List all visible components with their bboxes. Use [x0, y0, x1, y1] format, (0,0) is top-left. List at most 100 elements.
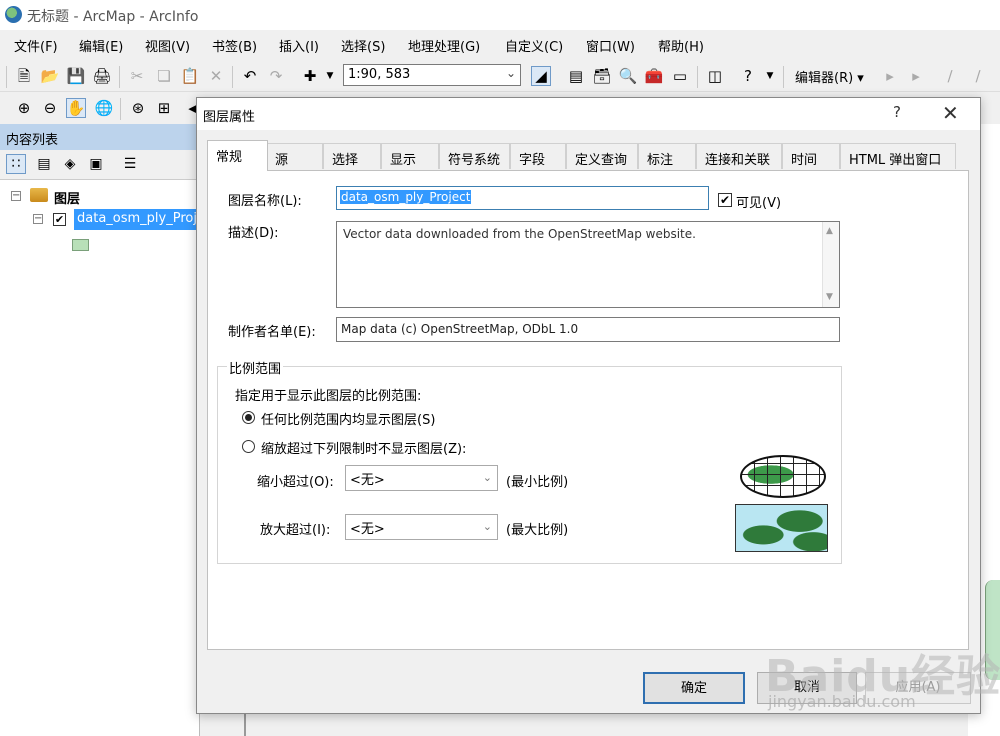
max-scale-combo[interactable]: <无> ⌄ [345, 514, 498, 540]
copy-icon[interactable]: ❏ [154, 66, 174, 86]
radio-scale-limits[interactable] [242, 440, 255, 453]
print-icon[interactable]: 🖨 [92, 66, 112, 86]
dialog-title-bar[interactable]: 图层属性 ? ✕ [197, 98, 980, 130]
toc-header: 内容列表 [0, 124, 200, 150]
new-document-icon[interactable]: 🗎 [14, 66, 34, 86]
zoom-in-icon[interactable]: ⊕ [14, 98, 34, 118]
editor-toolbar-icon[interactable]: ◢ [531, 66, 551, 86]
tab-time[interactable]: 时间 [782, 143, 840, 169]
visible-label[interactable]: 可见(V) [736, 192, 781, 211]
dialog-title: 图层属性 [203, 110, 256, 125]
max-scale-value: <无> [350, 522, 385, 537]
description-scrollbar[interactable]: ▲ ▼ [822, 222, 839, 307]
menu-insert[interactable]: 插入(I) [279, 36, 319, 55]
catalog-window-icon[interactable]: 🗃 [592, 66, 612, 86]
standard-toolbar: 🗎 📂 💾 🖨 ✂ ❏ 📋 ✕ ↶ ↷ ✚ ▼ 1:90, 583 ⌄ ◢ ▤ … [0, 60, 1000, 92]
layers-stack-icon [30, 188, 48, 202]
end-point-arc-icon[interactable]: ∕ [968, 66, 988, 86]
min-scale-hint: (最小比例) [506, 475, 569, 490]
arctoolbox-icon[interactable]: 🧰 [644, 66, 664, 86]
menu-window[interactable]: 窗口(W) [586, 36, 635, 55]
tab-fields[interactable]: 字段 [510, 143, 566, 169]
map-scale-combo[interactable]: 1:90, 583 ⌄ [343, 64, 521, 86]
tab-symbology[interactable]: 符号系统 [439, 143, 510, 169]
menu-selection[interactable]: 选择(S) [341, 36, 385, 55]
collapse-layer-icon[interactable]: − [33, 214, 43, 224]
toc-layer-name[interactable]: data_osm_ply_Project [74, 209, 200, 230]
layer-visibility-checkbox[interactable]: ✔ [53, 213, 66, 226]
layer-symbol-swatch[interactable] [72, 239, 89, 251]
chevron-down-icon[interactable]: ⌄ [483, 520, 492, 533]
tab-labels[interactable]: 标注 [638, 143, 696, 169]
tab-general[interactable]: 常规 [207, 140, 268, 171]
radio-show-any-scale[interactable] [242, 411, 255, 424]
search-window-icon[interactable]: 🔍 [618, 66, 638, 86]
tab-html-popup[interactable]: HTML 弹出窗口 [840, 143, 956, 169]
modelbuilder-icon[interactable]: ◫ [705, 66, 725, 86]
toolbar-options-icon[interactable]: ▼ [760, 66, 780, 86]
redo-icon[interactable]: ↷ [266, 66, 286, 86]
straight-segment-icon[interactable]: ∕ [940, 66, 960, 86]
min-scale-combo[interactable]: <无> ⌄ [345, 465, 498, 491]
paste-icon[interactable]: 📋 [180, 66, 200, 86]
menu-help[interactable]: 帮助(H) [658, 36, 704, 55]
menu-file[interactable]: 文件(F) [14, 36, 58, 55]
tab-display[interactable]: 显示 [381, 143, 439, 169]
show-any-scale-label[interactable]: 任何比例范围内均显示图层(S) [261, 409, 435, 428]
list-by-source-icon[interactable]: ▤ [34, 154, 54, 174]
whats-this-icon[interactable]: ? [738, 66, 758, 86]
menu-edit[interactable]: 编辑(E) [79, 36, 123, 55]
python-window-icon[interactable]: ▭ [670, 66, 690, 86]
save-icon[interactable]: 💾 [66, 66, 86, 86]
fixed-zoom-out-icon[interactable]: ⊞ [154, 98, 174, 118]
credits-value: Map data (c) OpenStreetMap, ODbL 1.0 [341, 322, 579, 336]
zoom-out-icon[interactable]: ⊖ [40, 98, 60, 118]
ok-button[interactable]: 确定 [643, 672, 745, 704]
credits-input[interactable]: Map data (c) OpenStreetMap, ODbL 1.0 [336, 317, 840, 342]
tab-joins-relates[interactable]: 连接和关联 [696, 143, 782, 169]
toolbar-grip[interactable] [6, 66, 7, 88]
full-extent-icon[interactable]: 🌐 [94, 98, 114, 118]
chevron-down-icon[interactable]: ⌄ [483, 471, 492, 484]
close-icon[interactable]: ✕ [942, 101, 959, 125]
delete-icon[interactable]: ✕ [206, 66, 226, 86]
open-folder-icon[interactable]: 📂 [40, 66, 60, 86]
fixed-zoom-in-icon[interactable]: ⊛ [128, 98, 148, 118]
menu-geoprocessing[interactable]: 地理处理(G) [408, 36, 480, 55]
list-by-drawing-order-icon[interactable]: ∷ [6, 154, 26, 174]
tab-source[interactable]: 源 [266, 143, 323, 169]
description-textarea[interactable]: Vector data downloaded from the OpenStre… [336, 221, 840, 308]
add-data-dropdown-icon[interactable]: ▼ [320, 66, 340, 86]
layer-name-input[interactable]: data_osm_ply_Project [336, 186, 709, 210]
menu-bookmarks[interactable]: 书签(B) [212, 36, 257, 55]
data-frame-label[interactable]: 图层 [54, 188, 80, 207]
scale-limits-label[interactable]: 缩放超过下列限制时不显示图层(Z): [261, 438, 466, 457]
collapse-layers-icon[interactable]: − [11, 191, 21, 201]
cut-icon[interactable]: ✂ [127, 66, 147, 86]
scroll-up-icon[interactable]: ▲ [826, 226, 833, 236]
toc-options-icon[interactable]: ☰ [120, 154, 140, 174]
toolbar-separator [119, 66, 120, 88]
pan-hand-icon[interactable]: ✋ [66, 98, 86, 118]
menu-customize[interactable]: 自定义(C) [505, 36, 563, 55]
visible-checkbox[interactable]: ✔ [718, 193, 732, 207]
toolbar-separator [783, 66, 784, 88]
editor-menu[interactable]: 编辑器(R) ▾ [795, 67, 864, 86]
add-data-icon[interactable]: ✚ [300, 66, 320, 86]
menu-view[interactable]: 视图(V) [145, 36, 190, 55]
scroll-down-icon[interactable]: ▼ [826, 292, 833, 302]
edit-annotation-icon[interactable]: ▸ [906, 66, 926, 86]
undo-icon[interactable]: ↶ [240, 66, 260, 86]
toc-window-icon[interactable]: ▤ [566, 66, 586, 86]
tab-selection[interactable]: 选择 [323, 143, 381, 169]
help-icon[interactable]: ? [893, 103, 901, 121]
toc-title: 内容列表 [6, 133, 59, 148]
chevron-down-icon[interactable]: ⌄ [506, 66, 516, 80]
scale-range-legend: 比例范围 [227, 358, 284, 377]
toolbar-separator [120, 98, 121, 120]
list-by-selection-icon[interactable]: ▣ [86, 154, 106, 174]
list-by-visibility-icon[interactable]: ◈ [60, 154, 80, 174]
edit-tool-icon[interactable]: ▸ [880, 66, 900, 86]
max-scale-label: 放大超过(I): [260, 523, 331, 538]
tab-definition-query[interactable]: 定义查询 [566, 143, 638, 169]
